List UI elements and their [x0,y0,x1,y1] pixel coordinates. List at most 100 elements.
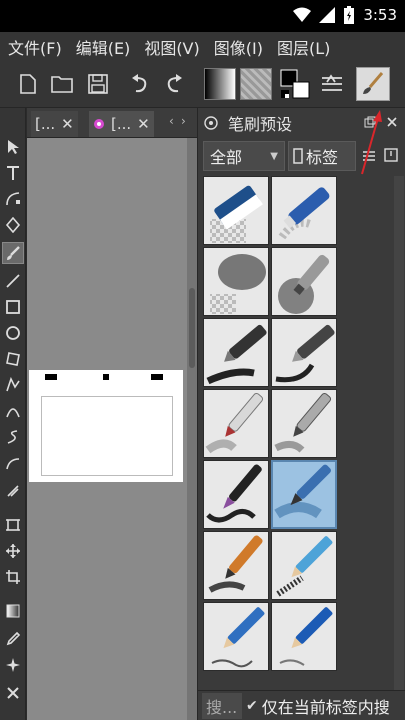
undo-icon [132,74,147,93]
brush-preset-item[interactable] [271,318,337,387]
edit-shape-tool[interactable] [2,188,24,210]
menu-edit[interactable]: 编辑(E) [76,35,131,59]
rectangle-tool[interactable] [2,296,24,318]
brush-preset-item[interactable] [203,602,269,671]
search-in-current-tag-checkbox[interactable]: ✔ 仅在当前标签内搜 [246,693,390,719]
color-picker-tool[interactable] [2,628,24,650]
crop-icon [6,570,20,584]
move-tool[interactable] [2,540,24,562]
search-placeholder: 搜... [206,698,238,717]
brush-preset-item[interactable] [271,176,337,245]
polyline-tool[interactable] [2,374,24,396]
panel-options-icon[interactable] [384,148,398,162]
brush-settings-button[interactable] [318,70,346,98]
open-button[interactable] [48,70,76,98]
crop-frame-tool[interactable] [2,514,24,536]
color-selector[interactable] [278,67,312,101]
panel-scrollbar[interactable] [394,176,404,690]
select-tool[interactable] [2,136,24,158]
brush-preset-item[interactable] [271,531,337,600]
menu-view[interactable]: 视图(V) [144,35,199,59]
text-tool[interactable] [2,162,24,184]
tag-button[interactable]: 标签 [288,141,356,171]
color-swatch-icon [280,69,310,99]
artboard[interactable] [29,370,183,482]
curve-tool[interactable] [2,452,24,474]
brush-preset-item[interactable] [203,460,269,529]
bezier-tool[interactable] [2,400,24,422]
brush-preset-item[interactable] [203,318,269,387]
save-button[interactable] [84,70,112,98]
tab-scroll-left-icon[interactable]: ‹ [169,114,174,128]
pointer-icon [8,140,19,154]
folder-icon [51,76,73,93]
canvas-scrollbar[interactable] [187,138,197,720]
calligraphy-brush-icon [206,464,262,523]
freehand-brush-tool[interactable] [2,242,24,264]
menu-image[interactable]: 图像(I) [214,35,263,59]
assistant-tool[interactable] [2,682,24,704]
sliders-icon [322,74,342,91]
brush-preset-item[interactable] [203,247,269,316]
close-icon[interactable]: ✕ [61,115,74,133]
undo-button[interactable] [126,70,154,98]
tab-scroll-right-icon[interactable]: › [181,114,186,128]
document-tab-1[interactable]: [... ✕ [31,111,78,137]
redo-button[interactable] [160,70,188,98]
assistant-icon [7,687,19,699]
tag-box-icon [293,148,303,164]
sparkle-icon [6,658,20,672]
pattern-swatch-button[interactable] [240,68,272,100]
resize-handle[interactable] [151,374,163,380]
main-toolbar [0,62,405,108]
panel-menu-icon[interactable] [204,116,218,130]
oil-brush-icon [208,535,263,593]
crop-tool[interactable] [2,566,24,588]
smudge-brush-icon [210,254,266,314]
freehand-path-icon [7,430,18,444]
tab-label: [... [35,115,56,133]
brush-preset-item[interactable] [203,531,269,600]
line-icon [6,274,20,288]
checkmark-icon: ✔ [246,698,258,714]
paintbrush-icon [363,72,384,94]
brush-preset-item[interactable] [203,389,269,458]
status-icons [293,6,355,24]
edit-shape-icon [6,192,20,206]
gradient-tool[interactable] [2,600,24,622]
new-document-button[interactable] [14,70,42,98]
polyline-icon [6,377,20,392]
calligraphy-tool[interactable] [2,214,24,236]
resize-handle[interactable] [103,374,109,380]
chevron-down-icon: ▼ [270,150,278,162]
resize-handle[interactable] [45,374,57,380]
menu-layer[interactable]: 图层(L) [277,35,330,59]
line-tool[interactable] [2,270,24,292]
curve-icon [6,458,20,470]
polygon-tool[interactable] [2,348,24,370]
search-row: 搜... ✔ 仅在当前标签内搜 [198,690,405,720]
brush-preset-item-selected[interactable] [271,460,337,529]
marker-pen-icon [275,324,335,383]
close-panel-icon[interactable] [386,116,398,128]
panel-title: 笔刷预设 [228,115,293,134]
smart-patch-tool[interactable] [2,654,24,676]
tag-filter-select[interactable]: 全部 ▼ [203,141,285,171]
canvas-area[interactable] [27,138,197,720]
dynamic-brush-tool[interactable] [2,480,24,502]
close-icon[interactable]: ✕ [137,115,150,133]
brush-preset-item[interactable] [271,602,337,671]
brush-preset-item[interactable] [203,176,269,245]
battery-icon [344,6,354,24]
menu-file[interactable]: 文件(F) [8,35,62,59]
brush-search-input[interactable]: 搜... [202,693,242,719]
freehand-path-tool[interactable] [2,426,24,448]
document-tab-2[interactable]: [... ✕ [89,111,154,137]
brush-preset-item[interactable] [271,389,337,458]
status-bar: 3:53 [0,0,405,32]
brush-preset-item[interactable] [271,247,337,316]
brush-preset-button[interactable] [356,67,390,101]
gradient-swatch-button[interactable] [204,68,236,100]
scrollbar-thumb[interactable] [189,288,195,368]
ellipse-tool[interactable] [2,322,24,344]
